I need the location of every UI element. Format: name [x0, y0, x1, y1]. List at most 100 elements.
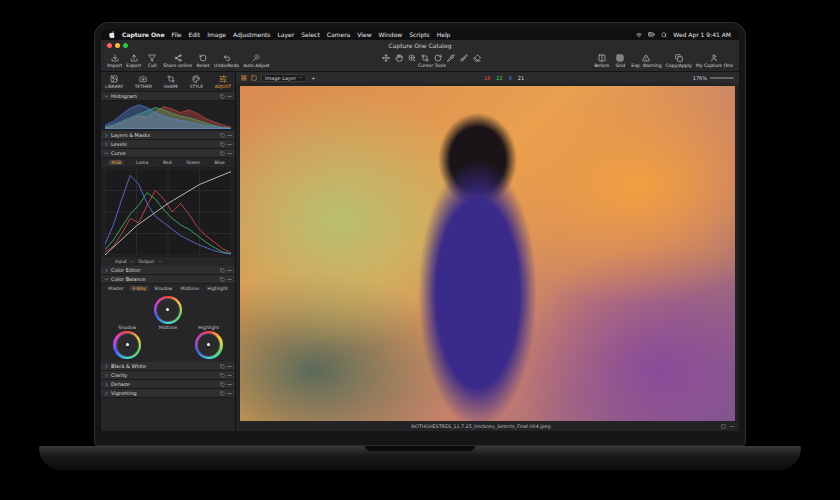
cursor-tool-icon[interactable]	[434, 54, 442, 62]
reset-icon[interactable]	[220, 133, 225, 138]
clock[interactable]: Wed Apr 1 9:41 AM	[673, 31, 731, 38]
more-icon[interactable]	[227, 391, 232, 396]
wheel-handle[interactable]	[126, 343, 129, 346]
reset-icon[interactable]	[220, 142, 225, 147]
menu-item[interactable]: View	[357, 31, 371, 38]
color-balance-tab[interactable]: Highlight	[204, 286, 231, 291]
apple-icon[interactable]	[109, 31, 115, 38]
toolbar-button[interactable]: Grid	[613, 54, 627, 68]
reset-icon[interactable]	[220, 382, 225, 387]
color-balance-tab[interactable]: 3-Way	[129, 286, 149, 291]
chevron-icon[interactable]	[104, 94, 109, 99]
frame-icon[interactable]	[721, 424, 726, 429]
more-icon[interactable]	[227, 373, 232, 378]
menu-item[interactable]: File	[171, 31, 181, 38]
chevron-icon[interactable]	[104, 277, 109, 282]
single-view-icon[interactable]	[251, 75, 257, 81]
battery-icon[interactable]	[648, 31, 655, 38]
menu-item[interactable]: Help	[437, 31, 451, 38]
wheel-handle[interactable]	[166, 308, 169, 311]
cursor-tool-icon[interactable]	[382, 54, 390, 62]
more-icon[interactable]	[227, 142, 232, 147]
chevron-icon[interactable]	[104, 151, 109, 156]
toolbar-button[interactable]: Exp. Warning	[631, 54, 661, 68]
tool-section-header[interactable]: Black & White	[101, 362, 235, 371]
toolbar-button[interactable]: Before	[594, 54, 609, 68]
tool-tab[interactable]: STYLE	[190, 75, 203, 89]
curve-tab[interactable]: Blue	[212, 160, 228, 165]
toolbar-button[interactable]: Import	[107, 54, 122, 68]
wifi-icon[interactable]	[636, 32, 642, 38]
add-layer-button[interactable]: +	[311, 75, 315, 81]
chevron-icon[interactable]	[104, 364, 109, 369]
color-wheel[interactable]	[113, 331, 141, 359]
tool-tab[interactable]: TETHER	[135, 75, 152, 89]
grid-view-icon[interactable]	[241, 75, 247, 81]
menu-item[interactable]: Window	[379, 31, 403, 38]
cursor-tool-icon[interactable]	[473, 54, 481, 62]
tool-tab[interactable]: SHAPE	[164, 75, 179, 89]
tool-section-header[interactable]: Curve	[101, 149, 235, 158]
more-icon[interactable]	[227, 277, 232, 282]
zoom-control[interactable]: 176%	[693, 75, 734, 81]
more-icon[interactable]	[227, 151, 232, 156]
tool-section-header[interactable]: Levels	[101, 140, 235, 149]
cursor-tool-icon[interactable]	[408, 54, 416, 62]
cursor-tool-icon[interactable]	[421, 54, 429, 62]
curve-tab[interactable]: Green	[183, 160, 203, 165]
tool-section-header[interactable]: Vignetting	[101, 389, 235, 398]
toolbar-button[interactable]: Export	[126, 54, 141, 68]
wheel-handle[interactable]	[207, 343, 210, 346]
tool-section-header[interactable]: Color Balance	[101, 275, 235, 284]
menu-item[interactable]: Scripts	[409, 31, 430, 38]
layer-select[interactable]: Image Layer	[261, 74, 307, 82]
reset-icon[interactable]	[220, 94, 225, 99]
toolbar-button[interactable]: My Capture One	[696, 54, 733, 68]
chevron-icon[interactable]	[104, 373, 109, 378]
color-balance-tab[interactable]: Shadow	[151, 286, 175, 291]
menu-item[interactable]: Camera	[327, 31, 351, 38]
more-icon[interactable]	[729, 424, 734, 429]
reset-icon[interactable]	[220, 268, 225, 273]
chevron-icon[interactable]	[104, 382, 109, 387]
tool-section-header[interactable]: Layers & Masks	[101, 131, 235, 140]
tool-tab[interactable]: LIBRARY	[105, 75, 123, 89]
toolbar-button[interactable]: Cull	[145, 54, 159, 68]
reset-icon[interactable]	[220, 277, 225, 282]
tool-tab[interactable]: ADJUST	[215, 75, 231, 89]
toolbar-button[interactable]: Auto Adjust	[243, 54, 270, 68]
cursor-tool-icon[interactable]	[447, 54, 455, 62]
tool-section-header[interactable]: Dehaze	[101, 380, 235, 389]
toolbar-button[interactable]: Share online	[163, 54, 192, 68]
more-icon[interactable]	[227, 382, 232, 387]
zoom-slider[interactable]	[710, 77, 734, 79]
more-icon[interactable]	[227, 94, 232, 99]
chevron-icon[interactable]	[104, 391, 109, 396]
toolbar-button[interactable]: Copy/Apply	[666, 54, 692, 68]
cursor-tool-icon[interactable]	[395, 54, 403, 62]
more-icon[interactable]	[227, 133, 232, 138]
reset-icon[interactable]	[220, 364, 225, 369]
menu-item[interactable]: Edit	[189, 31, 201, 38]
more-icon[interactable]	[227, 268, 232, 273]
menu-item[interactable]: Adjustments	[233, 31, 271, 38]
curve-chart[interactable]	[105, 169, 231, 255]
tool-section-header[interactable]: Color Editor	[101, 266, 235, 275]
reset-icon[interactable]	[220, 151, 225, 156]
cursor-tool-icon[interactable]	[460, 54, 468, 62]
more-icon[interactable]	[227, 364, 232, 369]
chevron-icon[interactable]	[104, 268, 109, 273]
menu-item[interactable]: Image	[207, 31, 226, 38]
search-icon[interactable]	[661, 32, 667, 38]
reset-icon[interactable]	[220, 373, 225, 378]
curve-tab[interactable]: Red	[160, 160, 175, 165]
color-wheel[interactable]	[195, 331, 223, 359]
menu-item[interactable]: Layer	[278, 31, 295, 38]
minimize-button[interactable]	[115, 43, 120, 48]
reset-icon[interactable]	[220, 391, 225, 396]
color-wheel[interactable]	[154, 296, 182, 324]
toolbar-button[interactable]: Undo/Redo	[214, 54, 239, 68]
color-balance-tab[interactable]: Master	[105, 286, 127, 291]
curve-tab[interactable]: RGB	[108, 160, 124, 165]
tool-section-header[interactable]: Histogram	[101, 92, 235, 101]
